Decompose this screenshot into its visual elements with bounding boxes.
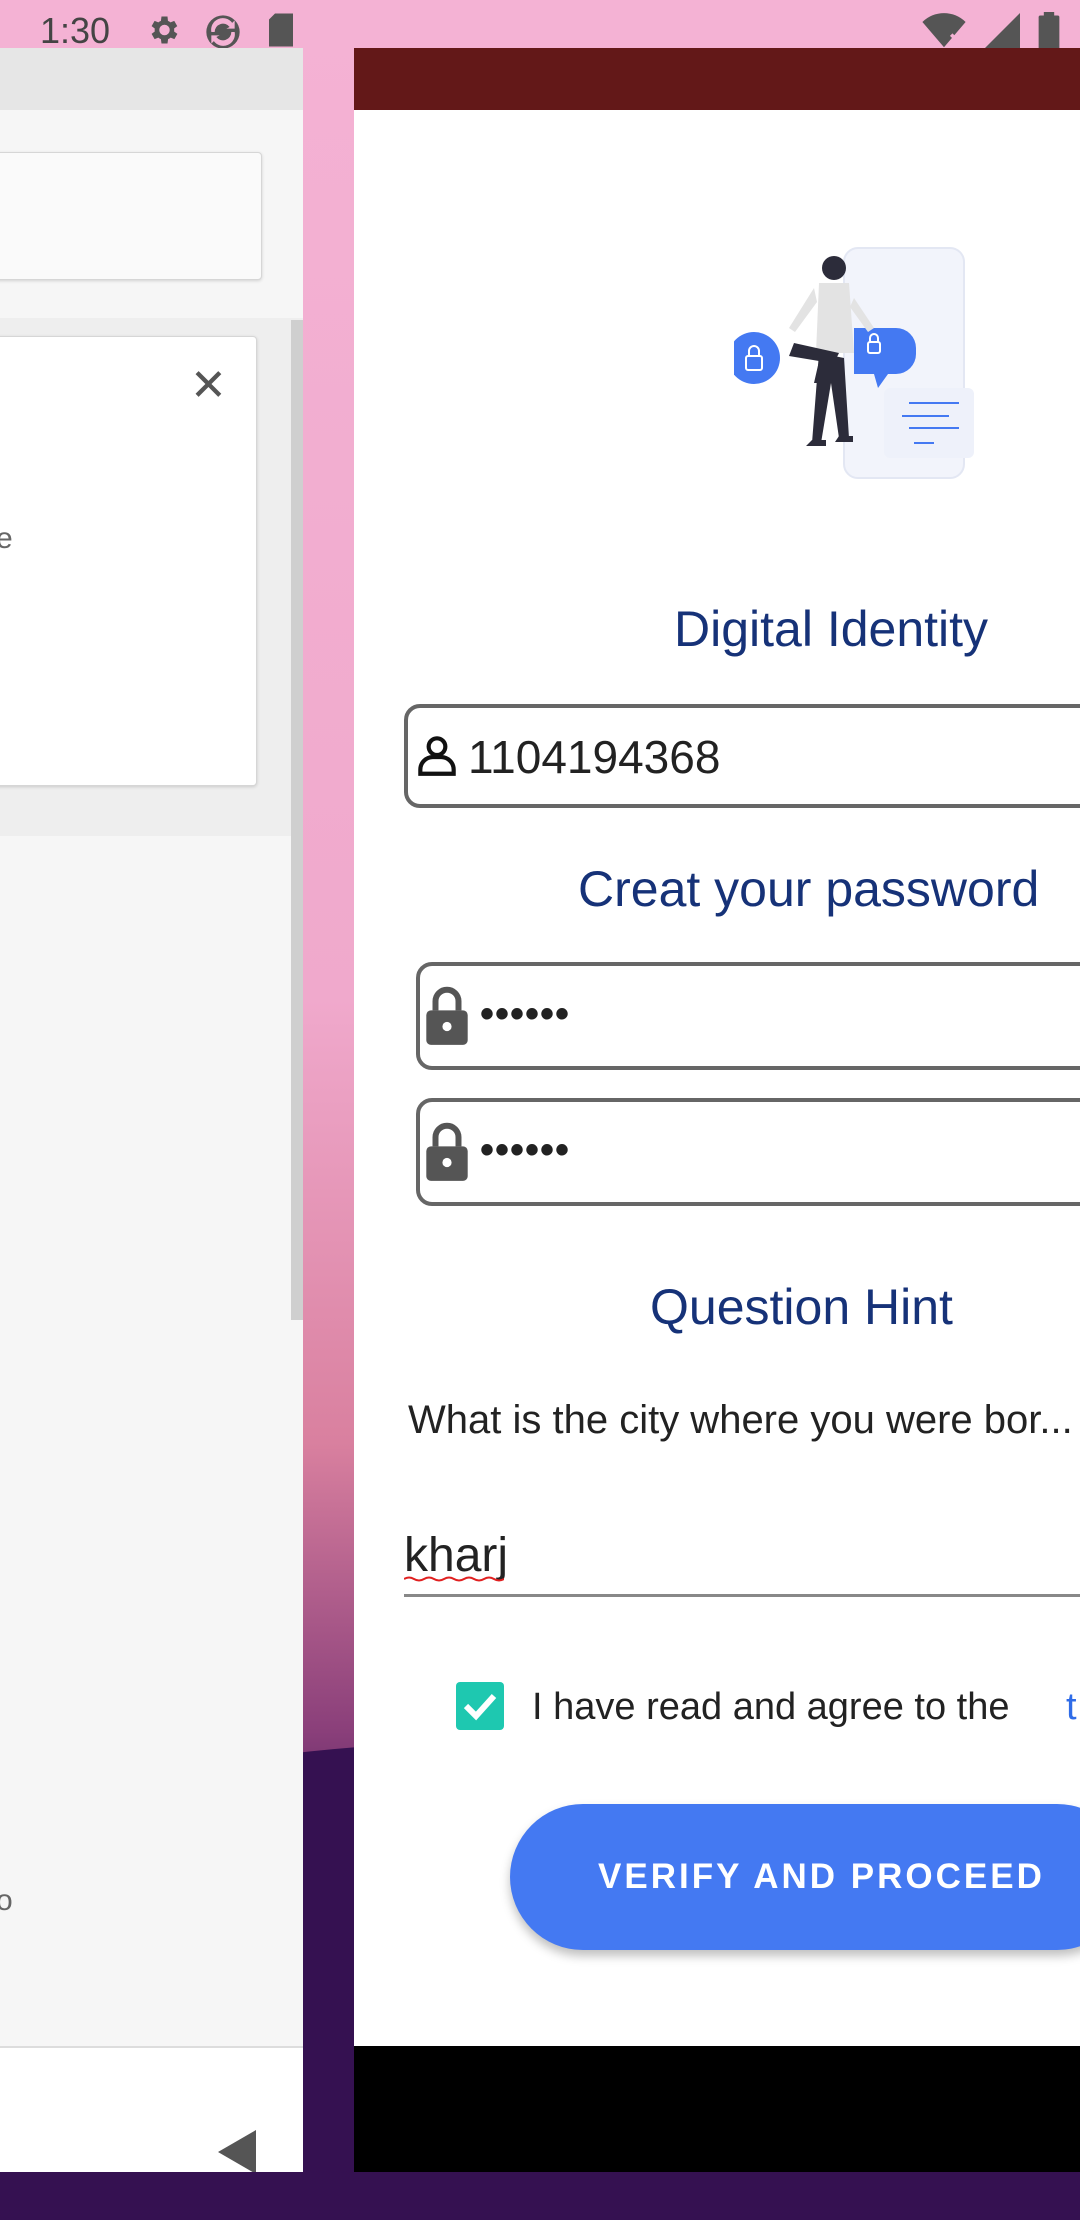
create-password-title: Creat your password (578, 861, 1040, 917)
left-app-input-card[interactable] (0, 152, 262, 280)
confirm-password-field[interactable]: •••••• (416, 1098, 1080, 1206)
answer-value[interactable]: kharj (404, 1528, 508, 1583)
right-app-toolbar (354, 48, 1080, 110)
check-icon (463, 1693, 497, 1721)
person-icon (418, 736, 456, 776)
left-partial-text: o (0, 1884, 13, 1917)
terms-link[interactable]: t (1066, 1686, 1077, 1729)
digital-identity-title: Digital Identity (674, 601, 989, 657)
id-number-field[interactable]: 1104194368 (404, 704, 1080, 808)
verify-button-label: VERIFY AND PROCEED (598, 1857, 1045, 1896)
agree-label: I have read and agree to the (532, 1686, 1010, 1728)
answer-input-underline (404, 1594, 1080, 1597)
password-value: •••••• (480, 992, 571, 1036)
close-icon[interactable]: ✕ (190, 364, 227, 408)
id-number-value: 1104194368 (468, 731, 721, 783)
left-partial-text: e (0, 522, 13, 555)
navigation-bar (354, 2046, 1080, 2172)
left-app-bottom-nav (0, 2046, 303, 2172)
verify-and-proceed-button[interactable]: VERIFY AND PROCEED (510, 1804, 1080, 1950)
back-icon[interactable] (218, 2130, 256, 2172)
left-scrollbar[interactable] (291, 320, 303, 1320)
security-illustration (734, 247, 974, 479)
lock-icon (426, 986, 468, 1045)
lock-icon (426, 1122, 468, 1181)
confirm-password-value: •••••• (480, 1128, 571, 1172)
left-app-window[interactable]: ✕ e o (0, 48, 303, 2172)
left-app-toolbar (0, 48, 303, 110)
question-hint-title: Question Hint (650, 1279, 953, 1335)
right-app-window[interactable]: Digital Identity 1104194368 Creat your p… (354, 48, 1080, 2172)
password-field[interactable]: •••••• (416, 962, 1080, 1070)
status-time: 1:30 (40, 10, 111, 51)
agree-checkbox[interactable] (456, 1682, 504, 1730)
spellcheck-underline (404, 1576, 504, 1582)
security-question-select[interactable]: What is the city where you were bor... (408, 1398, 1073, 1443)
